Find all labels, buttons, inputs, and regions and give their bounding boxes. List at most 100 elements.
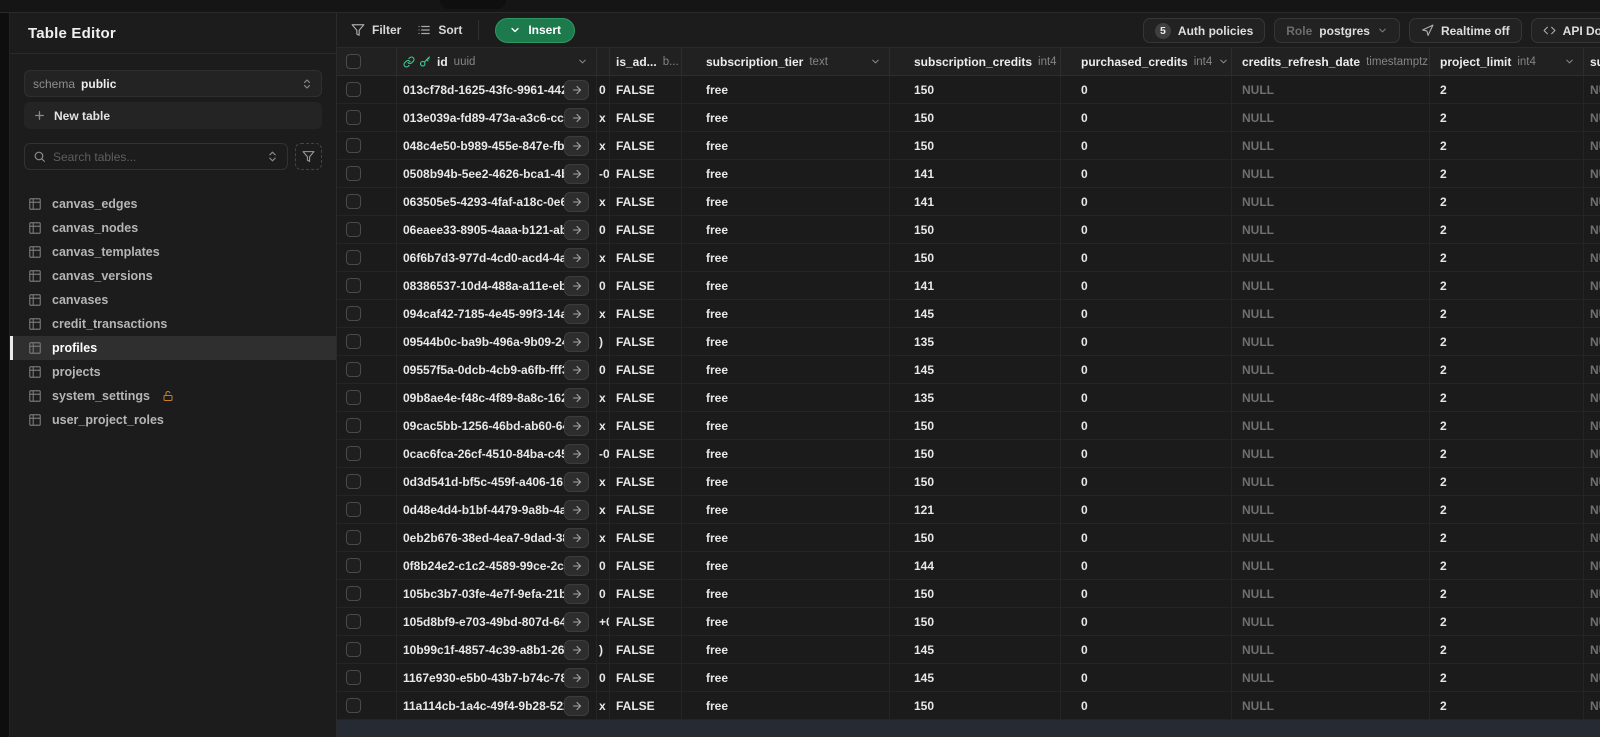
cell-is-admin[interactable]: FALSE — [610, 636, 682, 663]
cell-project-limit[interactable]: 2 — [1430, 496, 1584, 523]
realtime-toggle-button[interactable]: Realtime off — [1408, 18, 1522, 43]
column-header-credits_refresh_date[interactable]: credits_refresh_date timestamptz — [1232, 48, 1430, 75]
insert-button[interactable]: Insert — [495, 17, 576, 43]
cell-clipped[interactable]: x — [597, 132, 610, 159]
cell-project-limit[interactable]: 2 — [1430, 664, 1584, 691]
expand-row-button[interactable] — [564, 639, 589, 660]
cell-subscription-credits[interactable]: 121 — [890, 496, 1061, 523]
cell-subscription-tier[interactable]: free — [682, 664, 890, 691]
cell-last-clipped[interactable]: NU — [1584, 524, 1600, 551]
row-checkbox[interactable] — [346, 250, 361, 265]
cell-subscription-tier[interactable]: free — [682, 580, 890, 607]
cell-last-clipped[interactable]: NU — [1584, 468, 1600, 495]
row-checkbox[interactable] — [346, 222, 361, 237]
cell-subscription-credits[interactable]: 141 — [890, 272, 1061, 299]
cell-clipped[interactable]: 0 — [597, 76, 610, 103]
cell-credits-refresh-date[interactable]: NULL — [1232, 272, 1430, 299]
row-checkbox[interactable] — [346, 138, 361, 153]
cell-is-admin[interactable]: FALSE — [610, 664, 682, 691]
auth-policies-button[interactable]: 5 Auth policies — [1142, 18, 1266, 43]
cell-clipped[interactable]: x — [597, 244, 610, 271]
cell-id[interactable]: 11a114cb-1a4c-49f4-9b28-52219ec... — [397, 692, 597, 719]
cell-is-admin[interactable]: FALSE — [610, 244, 682, 271]
sidebar-item-canvas_versions[interactable]: canvas_versions — [10, 264, 336, 288]
cell-subscription-credits[interactable]: 150 — [890, 216, 1061, 243]
cell-subscription-credits[interactable]: 150 — [890, 132, 1061, 159]
cell-subscription-tier[interactable]: free — [682, 524, 890, 551]
cell-id[interactable]: 09cac5bb-1256-46bd-ab60-64ed... — [397, 412, 597, 439]
cell-credits-refresh-date[interactable]: NULL — [1232, 580, 1430, 607]
cell-credits-refresh-date[interactable]: NULL — [1232, 608, 1430, 635]
row-checkbox[interactable] — [346, 362, 361, 377]
expand-row-button[interactable] — [564, 527, 589, 548]
cell-credits-refresh-date[interactable]: NULL — [1232, 664, 1430, 691]
expand-row-button[interactable] — [564, 247, 589, 268]
cell-id[interactable]: 013e039a-fd89-473a-a3c6-ccfa9... — [397, 104, 597, 131]
new-table-button[interactable]: New table — [24, 102, 322, 129]
cell-subscription-credits[interactable]: 150 — [890, 440, 1061, 467]
cell-project-limit[interactable]: 2 — [1430, 524, 1584, 551]
cell-subscription-tier[interactable]: free — [682, 104, 890, 131]
cell-clipped[interactable]: x — [597, 384, 610, 411]
cell-project-limit[interactable]: 2 — [1430, 412, 1584, 439]
cell-clipped[interactable]: ) — [597, 636, 610, 663]
cell-purchased-credits[interactable]: 0 — [1061, 440, 1232, 467]
expand-row-button[interactable] — [564, 387, 589, 408]
cell-is-admin[interactable]: FALSE — [610, 384, 682, 411]
cell-id[interactable]: 048c4e50-b989-455e-847e-fb2f... — [397, 132, 597, 159]
cell-last-clipped[interactable]: NU — [1584, 328, 1600, 355]
cell-subscription-credits[interactable]: 150 — [890, 468, 1061, 495]
cell-clipped[interactable]: x — [597, 188, 610, 215]
cell-last-clipped[interactable]: NU — [1584, 132, 1600, 159]
chevron-down-icon[interactable] — [1564, 56, 1575, 67]
expand-row-button[interactable] — [564, 191, 589, 212]
column-header-su[interactable]: su — [1584, 48, 1600, 75]
cell-id[interactable]: 063505e5-4293-4faf-a18c-0e65b... — [397, 188, 597, 215]
cell-subscription-tier[interactable]: free — [682, 160, 890, 187]
sidebar-item-canvas_edges[interactable]: canvas_edges — [10, 192, 336, 216]
cell-is-admin[interactable]: FALSE — [610, 300, 682, 327]
expand-row-button[interactable] — [564, 471, 589, 492]
cell-is-admin[interactable]: FALSE — [610, 412, 682, 439]
cell-purchased-credits[interactable]: 0 — [1061, 692, 1232, 719]
cell-subscription-credits[interactable]: 135 — [890, 328, 1061, 355]
cell-purchased-credits[interactable]: 0 — [1061, 104, 1232, 131]
api-docs-button[interactable]: API Do — [1530, 18, 1600, 43]
cell-purchased-credits[interactable]: 0 — [1061, 580, 1232, 607]
filter-button[interactable]: Filter — [351, 23, 401, 37]
row-checkbox[interactable] — [346, 334, 361, 349]
cell-subscription-credits[interactable]: 150 — [890, 524, 1061, 551]
cell-last-clipped[interactable]: NU — [1584, 188, 1600, 215]
cell-project-limit[interactable]: 2 — [1430, 272, 1584, 299]
row-checkbox[interactable] — [346, 166, 361, 181]
cell-purchased-credits[interactable]: 0 — [1061, 244, 1232, 271]
cell-credits-refresh-date[interactable]: NULL — [1232, 524, 1430, 551]
cell-clipped[interactable]: 0 — [597, 272, 610, 299]
cell-clipped[interactable]: x — [597, 412, 610, 439]
cell-is-admin[interactable]: FALSE — [610, 76, 682, 103]
cell-is-admin[interactable]: FALSE — [610, 272, 682, 299]
cell-is-admin[interactable]: FALSE — [610, 132, 682, 159]
cell-is-admin[interactable]: FALSE — [610, 160, 682, 187]
sidebar-item-canvas_nodes[interactable]: canvas_nodes — [10, 216, 336, 240]
cell-credits-refresh-date[interactable]: NULL — [1232, 104, 1430, 131]
cell-id[interactable]: 0f8b24e2-c1c2-4589-99ce-2c52d... — [397, 552, 597, 579]
cell-subscription-tier[interactable]: free — [682, 244, 890, 271]
cell-id[interactable]: 09b8ae4e-f48c-4f89-8a8c-1629b... — [397, 384, 597, 411]
cell-is-admin[interactable]: FALSE — [610, 692, 682, 719]
cell-project-limit[interactable]: 2 — [1430, 636, 1584, 663]
expand-row-button[interactable] — [564, 163, 589, 184]
row-checkbox[interactable] — [346, 586, 361, 601]
expand-row-button[interactable] — [564, 275, 589, 296]
cell-last-clipped[interactable]: NU — [1584, 608, 1600, 635]
cell-clipped[interactable]: 0 — [597, 664, 610, 691]
cell-subscription-tier[interactable]: free — [682, 328, 890, 355]
cell-subscription-tier[interactable]: free — [682, 300, 890, 327]
cell-credits-refresh-date[interactable]: NULL — [1232, 216, 1430, 243]
cell-clipped[interactable]: x — [597, 496, 610, 523]
expand-row-button[interactable] — [564, 499, 589, 520]
cell-subscription-credits[interactable]: 145 — [890, 356, 1061, 383]
cell-is-admin[interactable]: FALSE — [610, 580, 682, 607]
sidebar-item-canvas_templates[interactable]: canvas_templates — [10, 240, 336, 264]
cell-subscription-tier[interactable]: free — [682, 608, 890, 635]
